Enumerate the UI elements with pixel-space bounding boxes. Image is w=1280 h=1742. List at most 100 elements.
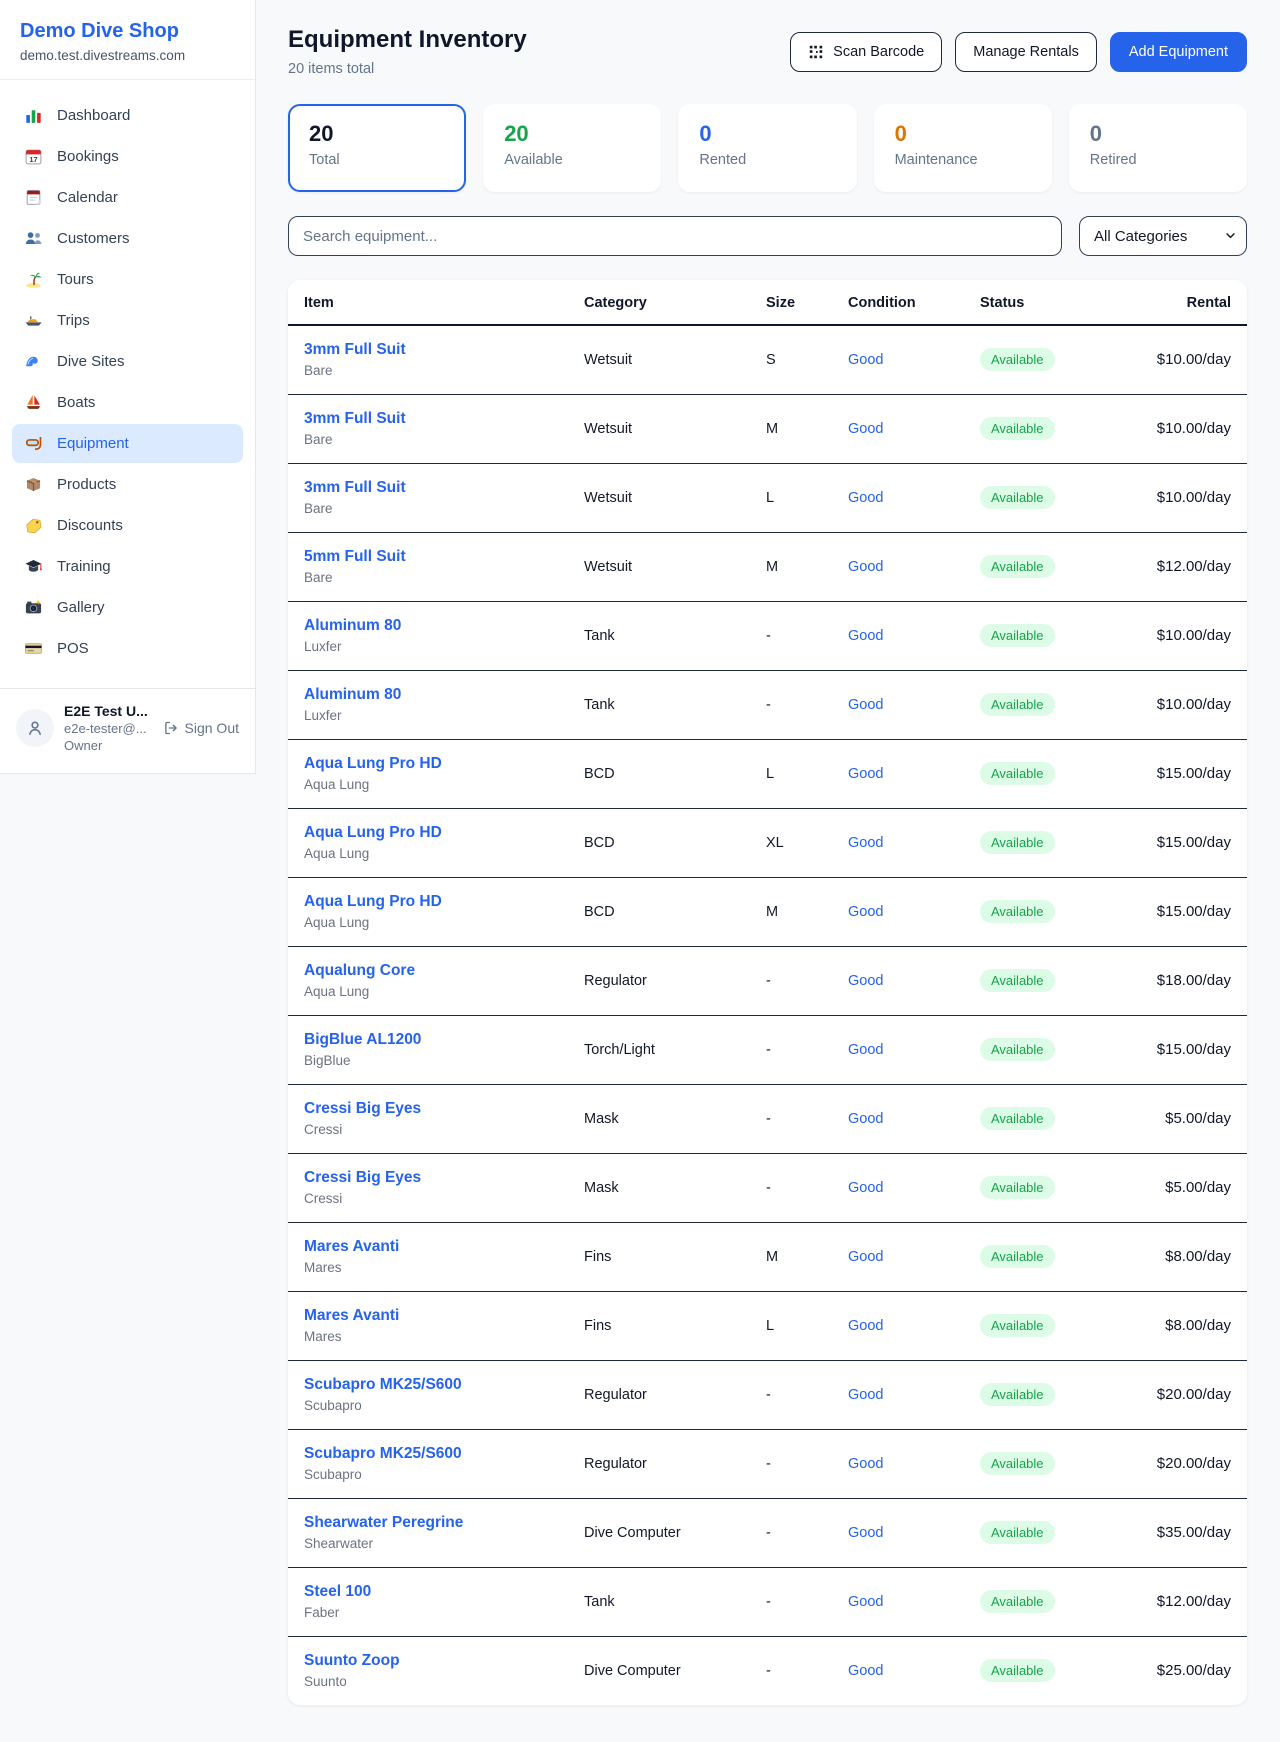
status-badge: Available [980, 417, 1055, 440]
equipment-row[interactable]: Scubapro MK25/S600 Scubapro Regulator - … [288, 1429, 1247, 1498]
sidebar-nav-item[interactable]: Calendar [12, 178, 243, 217]
item-name-link[interactable]: Aqua Lung Pro HD [304, 824, 552, 842]
sidebar-nav-item[interactable]: Discounts [12, 506, 243, 545]
equipment-row[interactable]: Suunto Zoop Suunto Dive Computer - Good … [288, 1636, 1247, 1705]
equipment-row[interactable]: Aqua Lung Pro HD Aqua Lung BCD L Good Av… [288, 739, 1247, 808]
item-brand: Aqua Lung [304, 984, 552, 999]
condition-link[interactable]: Good [848, 421, 883, 437]
sidebar-nav-item[interactable]: Dive Sites [12, 342, 243, 381]
condition-link[interactable]: Good [848, 1594, 883, 1610]
item-name-link[interactable]: Aqua Lung Pro HD [304, 755, 552, 773]
condition-link[interactable]: Good [848, 1180, 883, 1196]
item-name-link[interactable]: Scubapro MK25/S600 [304, 1445, 552, 1463]
equipment-row[interactable]: 3mm Full Suit Bare Wetsuit M Good Availa… [288, 394, 1247, 463]
condition-link[interactable]: Good [848, 835, 883, 851]
condition-link[interactable]: Good [848, 1249, 883, 1265]
equipment-row[interactable]: Steel 100 Faber Tank - Good Available [288, 1567, 1247, 1636]
sidebar-nav-item[interactable]: Gallery [12, 588, 243, 627]
item-name-link[interactable]: Mares Avanti [304, 1307, 552, 1325]
condition-link[interactable]: Good [848, 1387, 883, 1403]
nav-item-label: Gallery [57, 599, 105, 616]
category-cell: Wetsuit [568, 532, 750, 601]
manage-rentals-button[interactable]: Manage Rentals [955, 32, 1097, 72]
sidebar-nav-item[interactable]: Trips [12, 301, 243, 340]
sidebar-nav-item[interactable]: Training [12, 547, 243, 586]
condition-link[interactable]: Good [848, 490, 883, 506]
item-name-link[interactable]: 3mm Full Suit [304, 410, 552, 428]
equipment-row[interactable]: 5mm Full Suit Bare Wetsuit M Good Availa… [288, 532, 1247, 601]
sidebar-nav-item[interactable]: 17 Bookings [12, 137, 243, 176]
item-name-link[interactable]: Aluminum 80 [304, 686, 552, 704]
sidebar-nav-item[interactable]: Products [12, 465, 243, 504]
item-cell: Scubapro MK25/S600 Scubapro [288, 1429, 568, 1498]
condition-link[interactable]: Good [848, 904, 883, 920]
category-cell: Fins [568, 1222, 750, 1291]
equipment-row[interactable]: Scubapro MK25/S600 Scubapro Regulator - … [288, 1360, 1247, 1429]
equipment-row[interactable]: Aluminum 80 Luxfer Tank - Good Available [288, 670, 1247, 739]
item-name-link[interactable]: Aqualung Core [304, 962, 552, 980]
item-name-link[interactable]: Shearwater Peregrine [304, 1514, 552, 1532]
rental-cell: $10.00/day [1114, 463, 1247, 532]
scan-barcode-button[interactable]: Scan Barcode [790, 32, 942, 72]
condition-link[interactable]: Good [848, 352, 883, 368]
person-icon [25, 718, 45, 738]
item-name-link[interactable]: Cressi Big Eyes [304, 1169, 552, 1187]
item-name-link[interactable]: 3mm Full Suit [304, 479, 552, 497]
condition-link[interactable]: Good [848, 1111, 883, 1127]
equipment-row[interactable]: BigBlue AL1200 BigBlue Torch/Light - Goo… [288, 1015, 1247, 1084]
sidebar-nav-item[interactable]: Customers [12, 219, 243, 258]
item-name-link[interactable]: 3mm Full Suit [304, 341, 552, 359]
item-name-link[interactable]: BigBlue AL1200 [304, 1031, 552, 1049]
sidebar-nav-item[interactable]: Dashboard [12, 96, 243, 135]
item-name-link[interactable]: Scubapro MK25/S600 [304, 1376, 552, 1394]
stat-card[interactable]: 0 Maintenance [874, 104, 1052, 192]
equipment-row[interactable]: Aluminum 80 Luxfer Tank - Good Available [288, 601, 1247, 670]
status-badge: Available [980, 348, 1055, 371]
equipment-row[interactable]: Cressi Big Eyes Cressi Mask - Good Avail… [288, 1153, 1247, 1222]
equipment-row[interactable]: Aqualung Core Aqua Lung Regulator - Good… [288, 946, 1247, 1015]
sidebar-nav-item[interactable]: Equipment [12, 424, 243, 463]
equipment-row[interactable]: Aqua Lung Pro HD Aqua Lung BCD XL Good A… [288, 808, 1247, 877]
item-name-link[interactable]: Steel 100 [304, 1583, 552, 1601]
add-equipment-button[interactable]: Add Equipment [1110, 32, 1247, 72]
sidebar-nav-item[interactable]: POS [12, 629, 243, 668]
equipment-row[interactable]: Cressi Big Eyes Cressi Mask - Good Avail… [288, 1084, 1247, 1153]
condition-link[interactable]: Good [848, 1663, 883, 1679]
stat-card[interactable]: 0 Retired [1069, 104, 1247, 192]
search-input[interactable] [288, 216, 1062, 256]
equipment-row[interactable]: Mares Avanti Mares Fins M Good Available [288, 1222, 1247, 1291]
condition-link[interactable]: Good [848, 697, 883, 713]
condition-link[interactable]: Good [848, 628, 883, 644]
equipment-row[interactable]: Mares Avanti Mares Fins L Good Available [288, 1291, 1247, 1360]
stat-card[interactable]: 0 Rented [678, 104, 856, 192]
item-name-link[interactable]: Mares Avanti [304, 1238, 552, 1256]
condition-link[interactable]: Good [848, 973, 883, 989]
equipment-row[interactable]: Shearwater Peregrine Shearwater Dive Com… [288, 1498, 1247, 1567]
category-select[interactable]: All Categories [1079, 216, 1247, 256]
item-name-link[interactable]: Aqua Lung Pro HD [304, 893, 552, 911]
status-badge: Available [980, 1245, 1055, 1268]
stat-card[interactable]: 20 Total [288, 104, 466, 192]
item-name-link[interactable]: 5mm Full Suit [304, 548, 552, 566]
condition-link[interactable]: Good [848, 766, 883, 782]
equipment-row[interactable]: 3mm Full Suit Bare Wetsuit S Good Availa… [288, 325, 1247, 394]
brand-block: Demo Dive Shop demo.test.divestreams.com [0, 0, 255, 80]
sidebar-nav-item[interactable]: Tours [12, 260, 243, 299]
equipment-row[interactable]: Aqua Lung Pro HD Aqua Lung BCD M Good Av… [288, 877, 1247, 946]
item-name-link[interactable]: Suunto Zoop [304, 1652, 552, 1670]
condition-link[interactable]: Good [848, 1318, 883, 1334]
condition-link[interactable]: Good [848, 559, 883, 575]
user-meta: E2E Test U... e2e-tester@... Owner [64, 703, 153, 753]
condition-link[interactable]: Good [848, 1456, 883, 1472]
condition-link[interactable]: Good [848, 1525, 883, 1541]
condition-link[interactable]: Good [848, 1042, 883, 1058]
equipment-row[interactable]: 3mm Full Suit Bare Wetsuit L Good Availa… [288, 463, 1247, 532]
col-header-rental: Rental [1114, 280, 1247, 325]
rental-cell: $20.00/day [1114, 1429, 1247, 1498]
sign-out-button[interactable]: Sign Out [163, 720, 239, 736]
sidebar-nav-item[interactable]: Boats [12, 383, 243, 422]
item-name-link[interactable]: Aluminum 80 [304, 617, 552, 635]
stat-card[interactable]: 20 Available [483, 104, 661, 192]
item-name-link[interactable]: Cressi Big Eyes [304, 1100, 552, 1118]
brand-name: Demo Dive Shop [20, 20, 235, 43]
